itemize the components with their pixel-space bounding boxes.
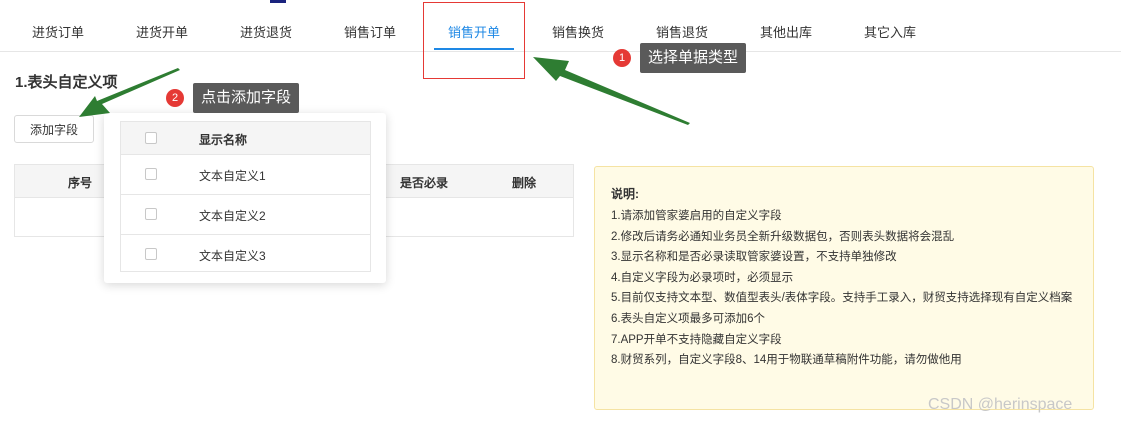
watermark: CSDN @herinspace (928, 396, 1073, 413)
callout-click-add-field: 点击添加字段 (193, 83, 300, 113)
callout-badge-1: 1 (613, 49, 631, 67)
callout-badge-2: 2 (166, 89, 184, 107)
arrow-to-add-field-button (79, 68, 180, 117)
callout-select-document-type: 选择单据类型 (640, 43, 747, 73)
annotation-arrows (79, 57, 690, 125)
